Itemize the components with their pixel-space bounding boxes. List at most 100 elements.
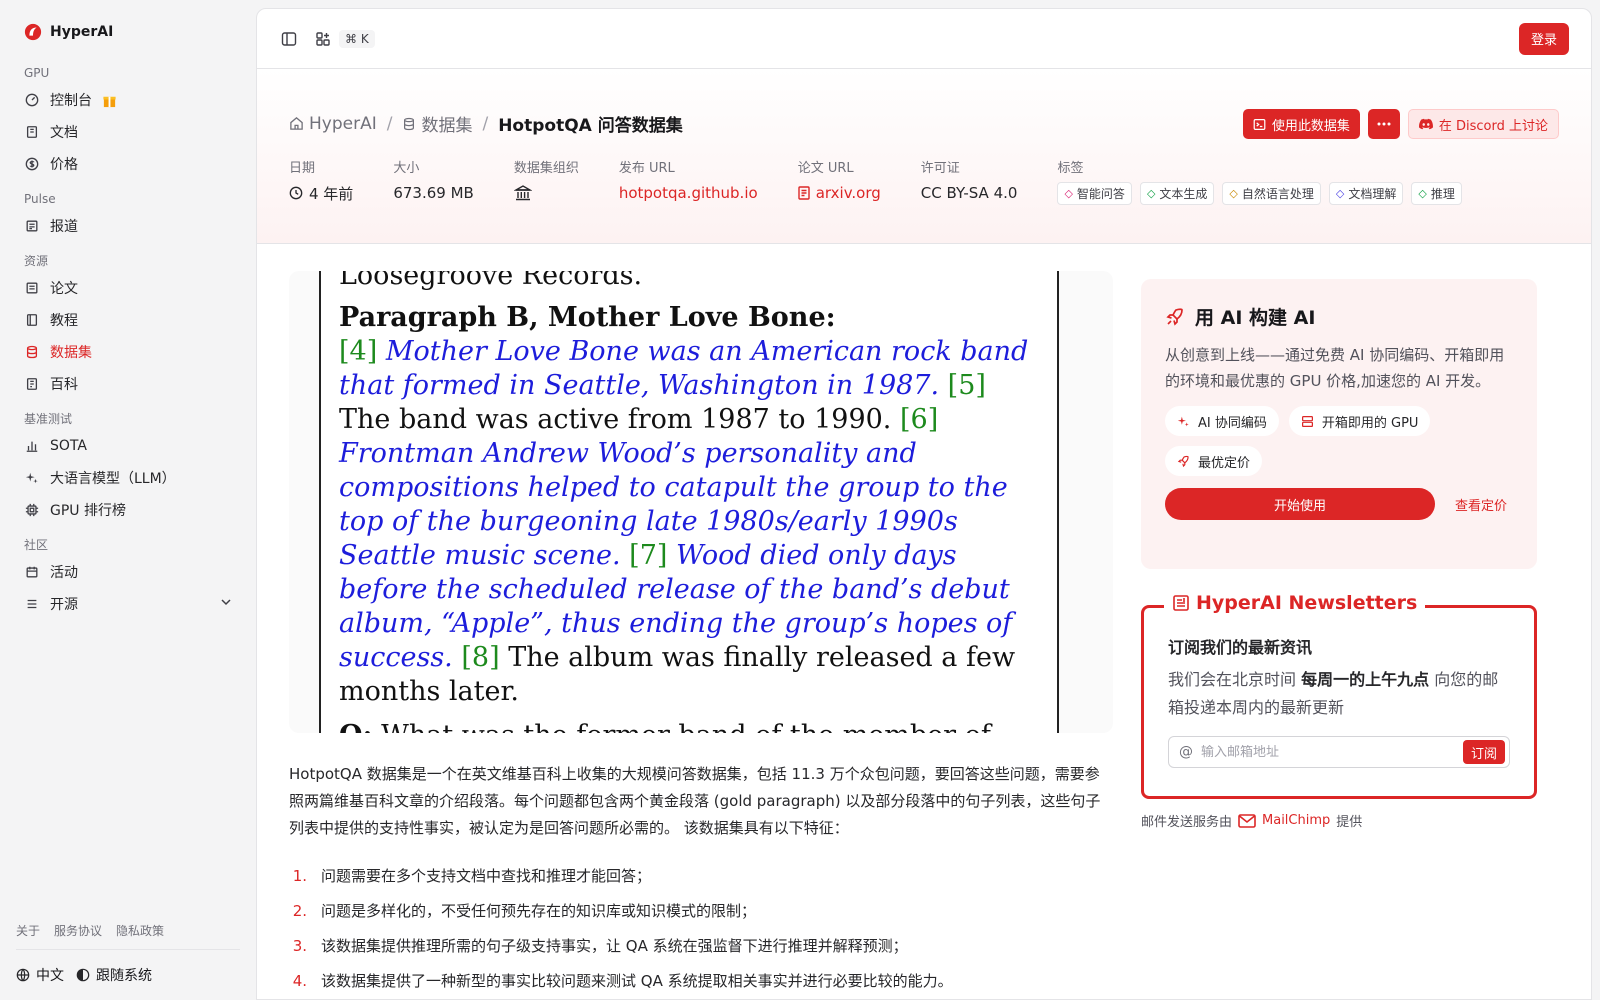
- bar-chart-icon: [24, 438, 40, 454]
- institution-icon[interactable]: [513, 184, 532, 202]
- sentence-number: [5]: [947, 370, 986, 401]
- sidebar-item-pricing[interactable]: 价格: [16, 148, 240, 180]
- sidebar-item-wiki[interactable]: 百科: [16, 368, 240, 400]
- list-text: 问题需要在多个支持文档中查找和推理才能回答；: [321, 867, 652, 885]
- discord-icon: [1418, 118, 1433, 130]
- footer-link-terms[interactable]: 服务协议: [54, 922, 102, 939]
- sidebar-footer: 关于 服务协议 隐私政策 中文 跟随系统: [16, 922, 240, 1000]
- paper-url-link[interactable]: arxiv.org: [797, 179, 881, 207]
- sidebar-item-console[interactable]: 控制台: [16, 84, 240, 116]
- tag[interactable]: ◇ 自然语言处理: [1222, 181, 1321, 205]
- meta-license: 许可证 CC BY-SA 4.0: [921, 157, 1018, 207]
- sidebar-toggle-icon[interactable]: [279, 29, 299, 49]
- tag[interactable]: ◇ 智能问答: [1057, 181, 1132, 205]
- meta-paper-label: 论文 URL: [797, 161, 854, 176]
- promo-title-text: 用 AI 构建 AI: [1195, 307, 1316, 329]
- meta-date-label: 日期: [289, 161, 316, 176]
- gift-icon: [102, 93, 117, 108]
- use-dataset-button[interactable]: 使用此数据集: [1242, 109, 1360, 139]
- more-options-button[interactable]: [1367, 109, 1400, 139]
- promo-chips: AI 协同编码 开箱即用的 GPU 最优定价: [1165, 406, 1513, 476]
- home-icon: [290, 117, 303, 130]
- sidebar-item-opensource[interactable]: 开源: [16, 588, 240, 620]
- tag[interactable]: ◇ 文本生成: [1139, 181, 1215, 205]
- newsletter-card: HyperAI Newsletters 订阅我们的最新资讯 我们会在北京时间 每…: [1141, 592, 1537, 799]
- excerpt-top-line: Loosegroove Records.: [339, 271, 643, 291]
- page-title: HotpotQA 问答数据集: [498, 116, 683, 136]
- sidebar-item-news[interactable]: 报道: [16, 210, 240, 242]
- more-horizontal-icon: [1377, 122, 1391, 126]
- server-icon: [1301, 415, 1313, 427]
- document-icon: [797, 186, 810, 200]
- breadcrumb-datasets[interactable]: 数据集: [402, 111, 472, 136]
- footer-link-privacy[interactable]: 隐私政策: [116, 922, 164, 939]
- sidebar-item-label: 价格: [50, 157, 78, 173]
- list-item: 1. 问题需要在多个支持文档中查找和推理才能回答；: [289, 858, 1113, 893]
- at-icon: @: [1179, 744, 1193, 760]
- sidebar-item-llm[interactable]: 大语言模型（LLM）: [16, 462, 240, 494]
- newsletter-title: 订阅我们的最新资讯: [1168, 638, 1313, 657]
- dataset-description: HotpotQA 数据集是一个在英文维基百科上收集的大规模问答数据集，包括 11…: [289, 765, 1101, 837]
- question-text: What was the former band of the member o…: [339, 720, 991, 733]
- list-number: 4.: [292, 971, 307, 990]
- tag[interactable]: ◇ 推理: [1411, 181, 1462, 205]
- login-button[interactable]: 登录: [1518, 22, 1569, 55]
- language-switcher[interactable]: 中文: [16, 965, 64, 985]
- view-pricing-link[interactable]: 查看定价: [1455, 495, 1507, 514]
- meta-tags-label: 标签: [1057, 161, 1084, 176]
- email-input[interactable]: [1201, 744, 1463, 760]
- database-icon: [24, 344, 40, 360]
- newspaper-icon: [24, 218, 40, 234]
- list-number: 3.: [292, 936, 307, 955]
- breadcrumb-separator: /: [386, 113, 393, 134]
- start-button[interactable]: 开始使用: [1165, 488, 1435, 520]
- sidebar-item-label: 活动: [50, 565, 78, 581]
- brand[interactable]: HyperAI: [16, 16, 240, 48]
- dataset-actions: 使用此数据集 在 Discord 上讨论: [1242, 109, 1559, 139]
- sidebar-item-sota[interactable]: SOTA: [16, 430, 240, 462]
- release-url-link[interactable]: hotpotqa.github.io: [619, 179, 758, 207]
- list-item: 3. 该数据集提供推理所需的句子级支持事实，让 QA 系统在强监督下进行推理并解释…: [289, 928, 1113, 963]
- encyclopedia-icon: [24, 376, 40, 392]
- tag[interactable]: ◇ 文档理解: [1328, 181, 1404, 205]
- meta-license-label: 许可证: [920, 161, 960, 176]
- sidebar-item-datasets[interactable]: 数据集: [16, 336, 240, 368]
- promo-title: 用 AI 构建 AI: [1165, 303, 1513, 330]
- meta-url-label: 发布 URL: [618, 161, 675, 176]
- command-palette-icon[interactable]: [313, 29, 333, 49]
- document-icon: [24, 280, 40, 296]
- excerpt-question: Q: What was the former band of the membe…: [339, 719, 1039, 733]
- mail-credit: 邮件发送服务由 MailChimp 提供: [1141, 811, 1362, 830]
- credit-post: 提供: [1336, 815, 1363, 830]
- discord-discuss-button[interactable]: 在 Discord 上讨论: [1407, 109, 1559, 139]
- mailchimp-link[interactable]: MailChimp: [1238, 813, 1330, 828]
- newsletter-description: 我们会在北京时间 每周一的上午九点 向您的邮箱投递本周内的最新更新: [1168, 666, 1510, 722]
- sidebar-item-gpu-leaderboard[interactable]: GPU 排行榜: [16, 494, 240, 526]
- sidebar-item-events[interactable]: 活动: [16, 556, 240, 588]
- meta-org-value: [513, 179, 579, 207]
- theme-label: 跟随系统: [96, 968, 152, 984]
- sidebar-item-label: 报道: [50, 219, 78, 235]
- mail-icon: [1238, 813, 1256, 828]
- sidebar-section-benchmarks: 基准测试 SOTA 大语言模型（LLM） GPU 排行榜: [16, 408, 240, 526]
- globe-icon: [16, 968, 30, 982]
- theme-switcher[interactable]: 跟随系统: [76, 965, 152, 985]
- sidebar-item-label: SOTA: [50, 438, 87, 454]
- footer-links: 关于 服务协议 隐私政策: [16, 922, 240, 950]
- theme-icon: [76, 968, 90, 982]
- chip-label: AI 协同编码: [1198, 415, 1267, 431]
- date-text: 4 年前: [309, 184, 354, 203]
- sidebar-item-papers[interactable]: 论文: [16, 272, 240, 304]
- subscribe-button[interactable]: 订阅: [1462, 740, 1505, 764]
- tag-label: 文档理解: [1348, 186, 1397, 201]
- topbar: ⌘ K 登录: [257, 9, 1591, 69]
- sidebar-item-tutorials[interactable]: 教程: [16, 304, 240, 336]
- breadcrumb-home[interactable]: HyperAI: [289, 114, 377, 134]
- list-text: 该数据集提供了一种新型的事实比较问题来测试 QA 系统提取相关事实并进行必要比较…: [321, 972, 953, 990]
- tag-label: 智能问答: [1076, 186, 1125, 201]
- sidebar-section-resources: 资源 论文 教程 数据集 百科: [16, 250, 240, 400]
- chevron-down-icon[interactable]: [220, 596, 232, 612]
- footer-link-about[interactable]: 关于: [16, 922, 40, 939]
- sidebar-item-docs[interactable]: 文档: [16, 116, 240, 148]
- section-label: Pulse: [24, 192, 56, 206]
